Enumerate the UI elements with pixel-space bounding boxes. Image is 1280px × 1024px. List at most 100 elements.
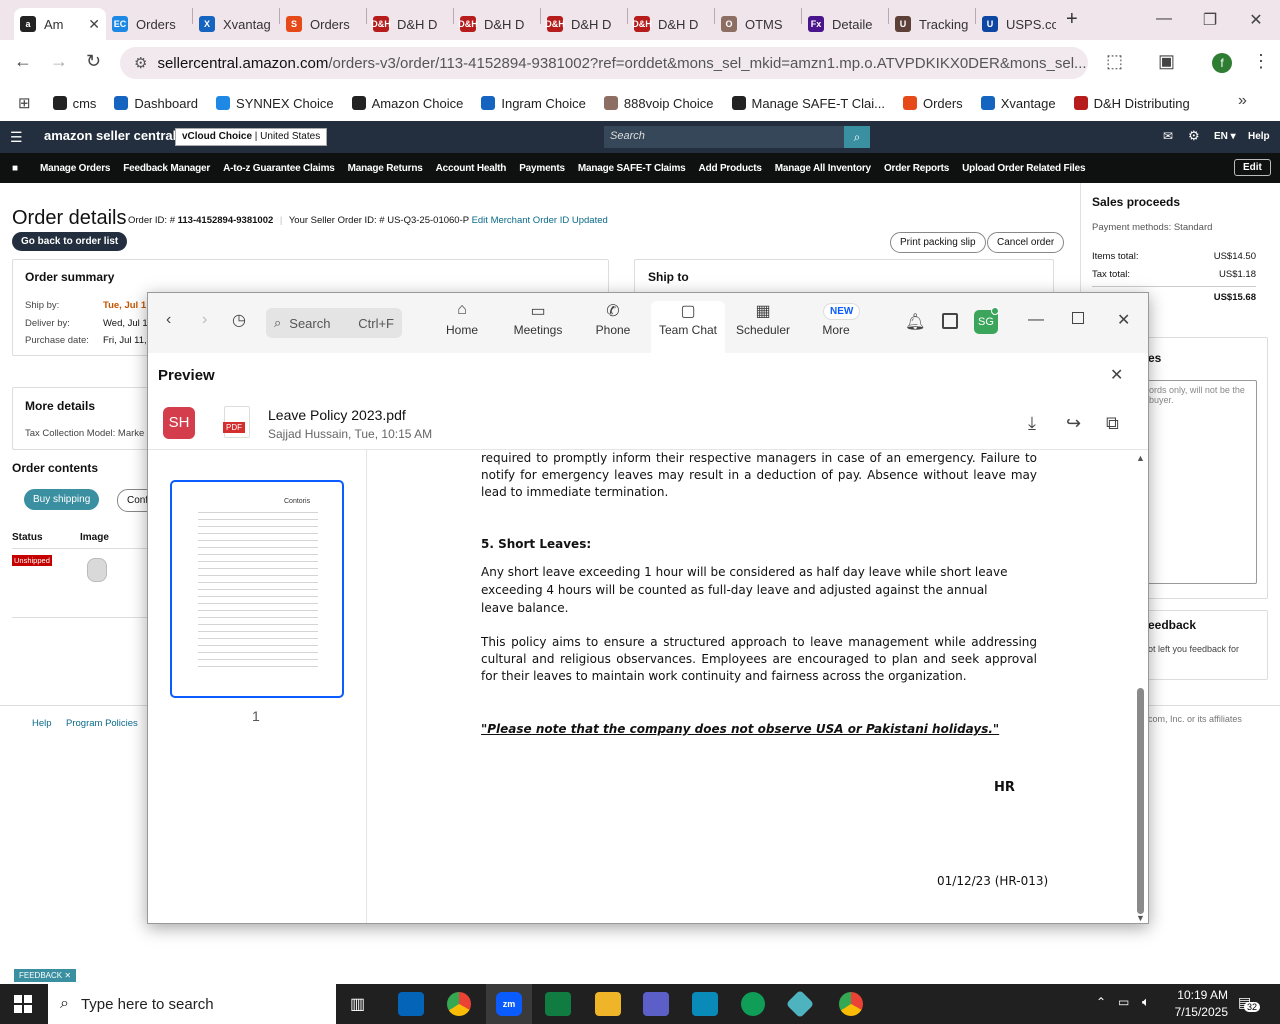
browser-tab[interactable]: D&H D&H D [454,8,540,40]
hamburger-icon[interactable]: ☰ [10,129,23,146]
extensions-icon[interactable]: ⬚ [1106,51,1123,72]
zoom-minimize-icon[interactable]: — [1028,311,1044,329]
mail-icon[interactable]: ✉ [1163,129,1173,143]
seller-nav-item[interactable]: Manage All Inventory [775,163,871,174]
browser-tab[interactable]: D&H D&H D [541,8,627,40]
browser-tab[interactable]: D&H D&H D [628,8,714,40]
zoom-back-icon[interactable]: ‹ [166,311,171,329]
apps-grid-icon[interactable]: ⊞ [18,94,31,112]
zoom-maximize-icon[interactable] [1072,312,1084,324]
zoom-taskbar-slot[interactable]: zm [486,984,532,1024]
seller-nav-item[interactable]: Payments [519,163,565,174]
windows-start-icon[interactable] [14,995,32,1013]
feedback-tab[interactable]: FEEDBACK ✕ [14,969,77,982]
print-packing-slip-button[interactable]: Print packing slip [890,232,986,253]
bookmark-item[interactable]: 888voip Choice [603,96,714,111]
chrome-profile-icon[interactable] [839,992,863,1016]
download-icon[interactable]: ⤓ [1028,413,1036,434]
outlook-icon[interactable] [398,992,424,1016]
page-thumbnail[interactable]: Contoris [170,480,344,698]
bookmark-item[interactable]: Ingram Choice [481,96,586,111]
browser-tab[interactable]: X Xvantag [193,8,279,40]
back-to-orders-button[interactable]: Go back to order list [12,232,128,251]
feedback-close-icon[interactable]: ✕ [64,971,71,980]
file-explorer-icon[interactable] [595,992,621,1016]
bookmark-pin-icon[interactable]: ■ [12,163,18,174]
seller-search-input[interactable]: Search [604,126,844,148]
bookmark-item[interactable]: cms [52,96,96,111]
settings-gear-icon[interactable]: ⚙ [1188,128,1200,144]
buy-shipping-button[interactable]: Buy shipping [24,489,100,510]
edge-icon[interactable] [741,992,765,1016]
open-external-icon[interactable]: ⧉ [1106,413,1119,434]
scroll-down-arrow[interactable]: ▼ [1136,913,1145,923]
minimize-icon[interactable]: — [1154,10,1174,28]
network-icon[interactable]: ▭ [1118,995,1129,1009]
volume-icon[interactable]: 🔈︎ [1142,994,1150,1010]
language-selector[interactable]: EN ▾ [1214,131,1236,142]
zoom-tab[interactable]: ▢ Team Chat [651,301,725,353]
scrollbar-thumb[interactable] [1137,688,1144,914]
teams-icon[interactable] [643,992,669,1016]
history-clock-icon[interactable]: ◷ [232,310,246,330]
bookmark-item[interactable]: D&H Distributing [1073,96,1190,111]
bookmark-item[interactable]: Manage SAFE-T Clai... [731,96,885,111]
browser-tab[interactable]: EC Orders [106,8,192,40]
restore-icon[interactable]: ❐ [1200,10,1220,30]
share-icon[interactable]: ↪ [1066,413,1081,434]
app-s-icon[interactable] [692,992,718,1016]
bookmark-item[interactable]: Orders [902,96,963,111]
notes-textarea[interactable]: ords only, will not be the buyer. [1142,380,1257,584]
tab-search-icon[interactable]: ▣ [1158,51,1175,72]
browser-tab[interactable]: Fx Detaile [802,8,888,40]
task-view-icon[interactable]: ▥ [350,994,365,1014]
site-info-icon[interactable]: ⚙ [134,54,147,72]
seller-nav-item[interactable]: Manage Returns [348,163,423,174]
zoom-tab[interactable]: ▭ Meetings [501,301,575,337]
close-window-icon[interactable]: ✕ [1246,10,1266,30]
browser-tab[interactable]: U USPS.co [976,8,1062,40]
seller-nav-item[interactable]: Add Products [699,163,762,174]
seller-nav-item[interactable]: Manage SAFE-T Claims [578,163,686,174]
zoom-close-icon[interactable]: ✕ [1117,310,1130,330]
clock-time[interactable]: 10:19 AM [1168,988,1228,1002]
scroll-up-arrow[interactable]: ▲ [1136,453,1145,463]
zoom-tab[interactable]: ✆ Phone [576,301,650,337]
cancel-order-button[interactable]: Cancel order [987,232,1065,253]
seller-logo[interactable]: amazon seller central [44,128,176,143]
preview-close-icon[interactable]: ✕ [1110,365,1123,385]
seller-nav-item[interactable]: Upload Order Related Files [962,163,1085,174]
help-link[interactable]: Help [1248,131,1270,142]
notifications-bell-icon[interactable]: 🔔︎ [905,312,925,332]
forward-arrow-icon[interactable]: → [50,51,68,72]
browser-tab[interactable]: D&H D&H D [367,8,453,40]
profile-avatar[interactable]: f [1212,53,1232,73]
zoom-search-input[interactable]: ⌕ Search Ctrl+F [266,308,402,338]
address-bar[interactable]: ⚙ sellercentral.amazon.com/orders-v3/ord… [120,47,1088,79]
taskbar-search-box[interactable]: ⌕ Type here to search [48,984,336,1024]
chrome-icon[interactable] [447,992,471,1016]
footer-help-link[interactable]: Help [32,718,52,729]
seller-nav-item[interactable]: Feedback Manager [123,163,210,174]
browser-tab[interactable]: U Tracking [889,8,975,40]
bookmark-item[interactable]: Amazon Choice [351,96,463,111]
seller-nav-item[interactable]: Order Reports [884,163,949,174]
more-bookmarks-icon[interactable]: » [1238,92,1247,110]
tray-chevron-icon[interactable]: ⌃ [1096,995,1106,1009]
bookmark-item[interactable]: Xvantage [980,96,1056,111]
diamond-app-icon[interactable] [785,989,815,1019]
clock-date[interactable]: 7/15/2025 [1168,1005,1228,1019]
excel-icon[interactable] [545,992,571,1016]
zoom-tab[interactable]: ⌂ Home [425,301,499,337]
back-arrow-icon[interactable]: ← [14,51,32,72]
search-icon[interactable]: ⌕ [844,126,870,148]
seller-nav-item[interactable]: A-to-z Guarantee Claims [223,163,335,174]
browser-tab[interactable]: O OTMS [715,8,801,40]
zoom-forward-icon[interactable]: › [202,311,207,329]
bookmark-item[interactable]: Dashboard [114,96,198,111]
store-switcher[interactable]: vCloud Choice | United States [175,128,328,146]
seller-nav-item[interactable]: Manage Orders [40,163,110,174]
bookmark-item[interactable]: SYNNEX Choice [216,96,334,111]
seller-nav-item[interactable]: Account Health [436,163,507,174]
footer-policies-link[interactable]: Program Policies [66,718,138,729]
